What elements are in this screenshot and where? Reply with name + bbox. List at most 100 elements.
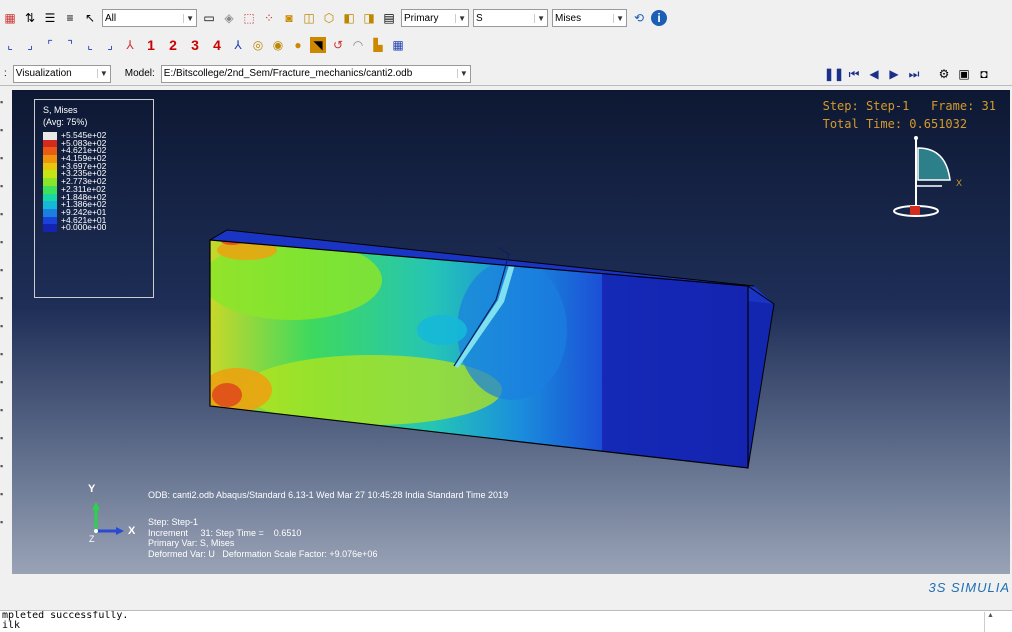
toolbox-tool-icon[interactable]: ▪: [0, 348, 10, 360]
deformed-var-line: Deformed Var: U Deformation Scale Factor…: [148, 548, 378, 559]
table-icon[interactable]: ▦: [390, 37, 406, 53]
last-frame-icon[interactable]: ⏭: [906, 66, 922, 82]
toolbox-tool-icon[interactable]: ▪: [0, 488, 10, 500]
orientation-mini-triad: [893, 136, 951, 217]
increment-line: Increment 31: Step Time = 0.6510: [148, 527, 302, 538]
legend-swatch: [43, 201, 57, 209]
box-front-icon[interactable]: ◫: [301, 10, 317, 26]
legend-swatch: [43, 162, 57, 171]
chevron-down-icon: ▼: [456, 69, 468, 78]
pause-icon[interactable]: ❚❚: [824, 66, 844, 82]
view-iso-icon[interactable]: ⅄: [122, 37, 138, 53]
toolbox-tool-icon[interactable]: ▪: [0, 152, 10, 164]
select-box-icon[interactable]: ▭: [201, 10, 217, 26]
view-bottom-icon[interactable]: ⌝: [62, 37, 78, 53]
refresh-icon[interactable]: ⟲: [631, 10, 647, 26]
axes-icon[interactable]: ⅄: [230, 37, 246, 53]
status-bar: [0, 574, 1012, 608]
toolbox-tool-icon[interactable]: ▪: [0, 208, 10, 220]
chevron-down-icon: ▼: [96, 69, 108, 78]
viewport[interactable]: S, Mises (Avg: 75%) +5.545e+02 +5.083e+02…: [12, 90, 1010, 574]
toolbox-tool-icon[interactable]: ▪: [0, 96, 10, 108]
chevron-down-icon: ▼: [534, 13, 545, 23]
sort-icon[interactable]: ⇅: [22, 10, 38, 26]
view-front-icon[interactable]: ⌞: [2, 37, 18, 53]
info-icon[interactable]: i: [651, 10, 667, 26]
render-shaded-icon[interactable]: ◥: [310, 37, 326, 53]
view-3-button[interactable]: 3: [186, 37, 204, 53]
odb-info-line: ODB: canti2.odb Abaqus/Standard 6.13-1 W…: [148, 490, 509, 500]
model-path-value: E:/Bitscollege/2nd_Sem/Fracture_mechanic…: [163, 68, 413, 79]
legend-swatch: [43, 208, 57, 217]
rotate-icon[interactable]: ↺: [330, 37, 346, 53]
total-time-line: Total Time: 0.651032: [822, 117, 968, 131]
toolbox-tool-icon[interactable]: ▪: [0, 292, 10, 304]
toolbox-tool-icon[interactable]: ▪: [0, 124, 10, 136]
next-frame-icon[interactable]: ▶: [886, 66, 902, 82]
toolbox-tool-icon[interactable]: ▪: [0, 264, 10, 276]
primary-select-value: Primary: [404, 12, 439, 24]
toolbox-tool-icon[interactable]: ▪: [0, 432, 10, 444]
toolbox-tool-icon[interactable]: ▪: [0, 180, 10, 192]
legend-swatch: [43, 193, 57, 202]
module-label: :: [4, 68, 7, 79]
view-left-icon[interactable]: ⌞: [82, 37, 98, 53]
layers-icon[interactable]: ▙: [370, 37, 386, 53]
list-icon[interactable]: ☰: [42, 10, 58, 26]
primary-select[interactable]: Primary ▼: [401, 9, 469, 27]
stack-icon[interactable]: ≡: [62, 10, 78, 26]
rectangle-select-icon[interactable]: ⬚: [241, 10, 257, 26]
render-hidden-icon[interactable]: ◉: [270, 37, 286, 53]
legend-swatch: [43, 132, 57, 140]
view-2-button[interactable]: 2: [164, 37, 182, 53]
previous-frame-icon[interactable]: ◀: [866, 66, 882, 82]
legend-swatch: [43, 178, 57, 186]
record-icon[interactable]: ◘: [976, 66, 992, 82]
step-info-block: Step: Step-1 Increment 31: Step Time = 0.…: [148, 517, 377, 559]
legend-swatch: [43, 216, 57, 225]
grid-icon[interactable]: ▦: [2, 10, 18, 26]
deformed-beam: [209, 229, 775, 469]
step-frame-line: Step: Step-1 Frame: 31: [822, 99, 996, 113]
step-line: Step: Step-1: [148, 517, 199, 527]
view-right-icon[interactable]: ⌟: [102, 37, 118, 53]
toolbox-tool-icon[interactable]: ▪: [0, 376, 10, 388]
camera-icon[interactable]: ◙: [281, 10, 297, 26]
legend-swatch: [43, 147, 57, 156]
box-top-icon[interactable]: ◨: [361, 10, 377, 26]
module-select[interactable]: Visualization ▼: [12, 64, 111, 83]
select-points-icon[interactable]: ⁘: [261, 10, 277, 26]
legend-swatch: [43, 224, 57, 232]
view-1-button[interactable]: 1: [142, 37, 160, 53]
view-4-button[interactable]: 4: [208, 37, 226, 53]
field-output-icon[interactable]: ▤: [381, 10, 397, 26]
pointer-icon[interactable]: ↖: [82, 10, 98, 26]
movie-icon[interactable]: ▣: [956, 66, 972, 82]
toolbox-tool-icon[interactable]: ▪: [0, 404, 10, 416]
module-select-value: Visualization: [15, 68, 72, 79]
variable-select[interactable]: S ▼: [473, 9, 548, 27]
legend-value: +0.000e+00: [61, 222, 107, 233]
model-path-select[interactable]: E:/Bitscollege/2nd_Sem/Fracture_mechanic…: [160, 64, 471, 83]
toolbox-tool-icon[interactable]: ▪: [0, 460, 10, 472]
legend-title: S, Mises: [43, 105, 78, 115]
contour-legend: S, Mises (Avg: 75%) +5.545e+02 +5.083e+02…: [34, 99, 154, 298]
box-iso-icon[interactable]: ⬡: [321, 10, 337, 26]
triad-x-label: X: [128, 525, 136, 537]
box-side-icon[interactable]: ◧: [341, 10, 357, 26]
invariant-select[interactable]: Mises ▼: [552, 9, 627, 27]
toolbox-tool-icon[interactable]: ▪: [0, 236, 10, 248]
animation-options-icon[interactable]: ⚙: [936, 66, 952, 82]
render-filled-icon[interactable]: ●: [290, 37, 306, 53]
toolbox-tool-icon[interactable]: ▪: [0, 516, 10, 528]
view-back-icon[interactable]: ⌟: [22, 37, 38, 53]
view-top-icon[interactable]: ⌜: [42, 37, 58, 53]
select-layers-icon[interactable]: ◈: [221, 10, 237, 26]
render-wire-icon[interactable]: ◎: [250, 37, 266, 53]
legend-swatch: [43, 139, 57, 148]
first-frame-icon[interactable]: ⏮: [846, 66, 862, 82]
arc-icon[interactable]: ◠: [350, 37, 366, 53]
selection-filter-select[interactable]: All ▼: [102, 9, 197, 27]
toolbox-tool-icon[interactable]: ▪: [0, 320, 10, 332]
message-scrollbar[interactable]: ▲: [984, 612, 996, 632]
